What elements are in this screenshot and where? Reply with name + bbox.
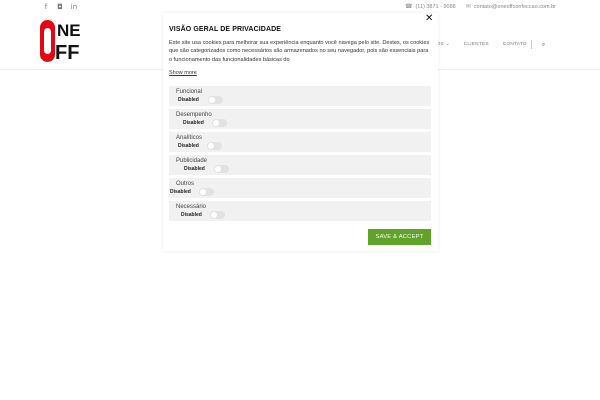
- category-name: Publicidade: [176, 158, 208, 164]
- save-accept-button[interactable]: SAVE & ACCEPT: [368, 229, 431, 245]
- site-logo[interactable]: NE FF: [40, 20, 88, 66]
- cookie-category-analiticos[interactable]: Analíticos Disabled: [169, 132, 431, 152]
- nav-item-contato[interactable]: CONTATO: [503, 42, 527, 47]
- phone-number: (11) 3871 - 9088: [415, 4, 456, 10]
- category-status: Disabled: [178, 97, 199, 103]
- category-name: Outros: [176, 181, 195, 187]
- phone-link[interactable]: ☎ (11) 3871 - 9088: [405, 3, 456, 10]
- category-toggle[interactable]: [210, 211, 225, 219]
- modal-description: Este site usa cookies para melhorar sua …: [169, 40, 430, 63]
- search-icon[interactable]: ⌕: [542, 41, 546, 49]
- cookie-category-publicidade[interactable]: Publicidade Disabled: [169, 155, 431, 175]
- phone-icon: ☎: [404, 3, 413, 10]
- category-status: Disabled: [181, 212, 202, 218]
- top-bar: f ◘ in ☎ (11) 3871 - 9088 ✉ contato@oneoff…: [0, 0, 600, 14]
- social-links: f ◘ in: [42, 3, 78, 11]
- category-toggle[interactable]: [212, 119, 227, 127]
- category-name: Desempenho: [176, 112, 212, 118]
- nav-item-clientes[interactable]: CLIENTES: [464, 42, 489, 47]
- category-toggle[interactable]: [199, 188, 214, 196]
- cookie-category-desempenho[interactable]: Desempenho Disabled: [169, 109, 431, 129]
- email-address: contato@oneoffconfeccao.com.br: [473, 4, 556, 10]
- cookie-categories: Funcional Disabled Desempenho Disabled A…: [169, 86, 431, 224]
- category-status: Disabled: [183, 120, 204, 126]
- category-toggle[interactable]: [208, 96, 223, 104]
- email-link[interactable]: ✉ contato@oneoffconfeccao.com.br: [466, 3, 556, 10]
- modal-title: VISÃO GERAL DE PRIVACIDADE: [169, 26, 282, 33]
- mail-icon: ✉: [465, 3, 471, 10]
- cookie-category-outros[interactable]: Outros Disabled: [169, 178, 431, 198]
- facebook-icon[interactable]: f: [42, 3, 50, 11]
- category-name: Analíticos: [176, 135, 203, 141]
- instagram-icon[interactable]: ◘: [56, 3, 64, 11]
- cookie-category-necessario[interactable]: Necessário Disabled: [169, 201, 431, 221]
- close-icon[interactable]: ✕: [425, 14, 433, 24]
- category-name: Necessário: [176, 204, 207, 210]
- category-status: Disabled: [170, 189, 191, 195]
- cookie-category-funcional[interactable]: Funcional Disabled: [169, 86, 431, 106]
- category-status: Disabled: [178, 143, 199, 149]
- logo-line2: FF: [55, 42, 80, 64]
- privacy-overview-modal: ✕ VISÃO GERAL DE PRIVACIDADE Este site u…: [163, 13, 438, 251]
- category-name: Funcional: [176, 89, 203, 95]
- contact-info: ☎ (11) 3871 - 9088 ✉ contato@oneoffconfecc…: [405, 3, 556, 10]
- nav-divider: [530, 40, 532, 49]
- chevron-down-icon: ⌄: [445, 42, 450, 47]
- category-status: Disabled: [184, 166, 205, 172]
- category-toggle[interactable]: [207, 142, 222, 150]
- main-nav: ...OS ⌄ CLIENTES CONTATO ⌕: [432, 40, 545, 49]
- category-toggle[interactable]: [214, 165, 229, 173]
- linkedin-icon[interactable]: in: [70, 3, 78, 11]
- logo-line1: NE: [57, 21, 81, 40]
- show-more-link[interactable]: Show more: [169, 70, 197, 76]
- logo-o-shape: [40, 20, 55, 62]
